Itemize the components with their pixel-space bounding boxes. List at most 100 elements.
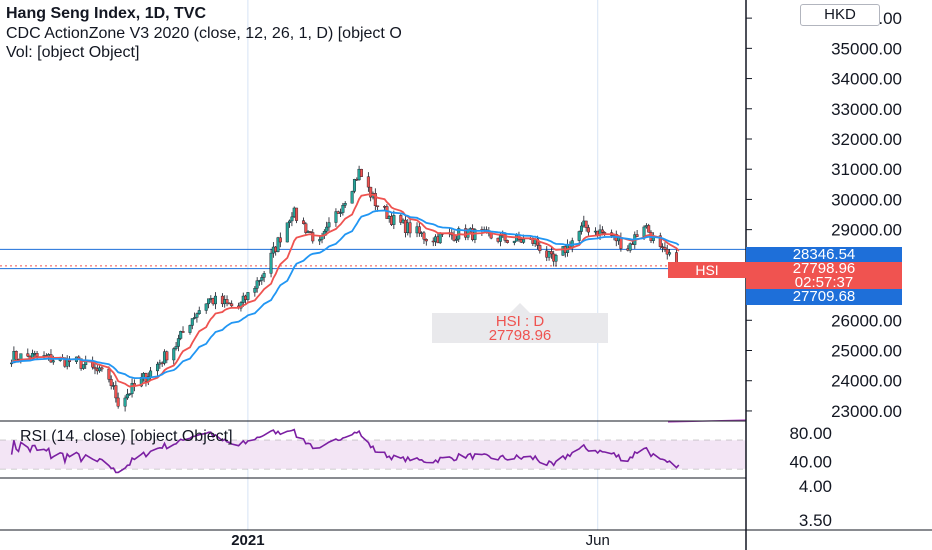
- candle-body: [554, 255, 558, 262]
- candle-body: [195, 313, 199, 318]
- indicator-legend[interactable]: CDC ActionZone V3 2020 (close, 12, 26, 1…: [6, 25, 402, 43]
- candle-body: [647, 225, 651, 233]
- candle-body: [114, 385, 118, 399]
- candle-body: [246, 292, 250, 300]
- price-tick-label: 25000.00: [831, 342, 902, 361]
- price-tick-label: 29000.00: [831, 221, 902, 240]
- price-tick-label: 34000.00: [831, 70, 902, 89]
- candle-body: [156, 363, 160, 372]
- candles: [10, 165, 681, 412]
- candle-body: [642, 226, 646, 237]
- candle-body: [498, 235, 502, 242]
- candle-body: [663, 247, 667, 250]
- candle-body: [213, 295, 217, 305]
- price-tick-label: 26000.00: [831, 311, 902, 330]
- candle-body: [577, 231, 581, 241]
- candle-body: [285, 222, 289, 243]
- volume-legend[interactable]: Vol: [object Object]: [6, 44, 139, 62]
- candle-body: [422, 232, 426, 240]
- candle-body: [204, 303, 208, 311]
- candle-body: [35, 353, 39, 357]
- candle-body: [262, 273, 266, 278]
- candle-body: [93, 366, 97, 370]
- candle-body: [149, 370, 153, 377]
- candle-body: [311, 232, 315, 242]
- candle-body: [392, 215, 396, 225]
- candle-body: [417, 226, 421, 234]
- candle-body: [327, 222, 331, 228]
- price-tick-label: 35000.00: [831, 39, 902, 58]
- candle-body: [454, 238, 458, 241]
- price-tick-label: 33000.00: [831, 100, 902, 119]
- candle-body: [269, 252, 273, 274]
- candle-body: [225, 299, 229, 304]
- price-tooltip: HSI : D 27798.96: [432, 303, 608, 344]
- candle-body: [295, 207, 299, 221]
- candle-body: [14, 351, 18, 360]
- candle-body: [505, 240, 509, 243]
- candle-body: [253, 288, 257, 293]
- currency-button[interactable]: HKD: [800, 4, 880, 26]
- candle-body: [165, 351, 169, 361]
- candle-body: [668, 252, 672, 255]
- candle-body: [343, 203, 347, 206]
- candle-body: [325, 226, 329, 232]
- candle-body: [109, 379, 113, 387]
- time-tick-label: 2021: [231, 532, 264, 549]
- candle-body: [123, 397, 127, 407]
- time-tick-label: Jun: [586, 532, 610, 549]
- candle-body: [522, 238, 526, 243]
- candle-body: [26, 353, 30, 357]
- price-tick-label: 32000.00: [831, 130, 902, 149]
- candle-body: [584, 220, 588, 228]
- candle-body: [549, 251, 553, 255]
- candle-body: [424, 239, 428, 242]
- candle-body: [100, 367, 104, 370]
- candle-body: [278, 237, 282, 243]
- candle-body: [172, 348, 176, 361]
- candle-body: [230, 303, 234, 307]
- candle-body: [376, 205, 380, 208]
- candle-body: [197, 310, 201, 315]
- candle-body: [586, 227, 590, 233]
- candle-body: [190, 318, 194, 326]
- candle-body: [107, 368, 111, 380]
- candle-body: [580, 225, 584, 232]
- candle-body: [176, 338, 180, 347]
- candle-body: [341, 205, 345, 213]
- candle-body: [255, 280, 259, 289]
- candle-body: [352, 179, 356, 192]
- price-tick-label: 23000.00: [831, 402, 902, 421]
- candle-body: [81, 364, 85, 369]
- rsi-legend[interactable]: RSI (14, close) [object Object]: [20, 428, 233, 446]
- ema-fast-line: [11, 193, 680, 388]
- candle-body: [318, 239, 322, 242]
- candle-body: [290, 216, 294, 222]
- candle-body: [301, 220, 305, 224]
- candle-body: [538, 245, 542, 252]
- candle-body: [260, 277, 264, 281]
- candle-body: [359, 168, 363, 177]
- rsi-tick-label: 80.00: [789, 424, 832, 443]
- chart-title: Hang Seng Index, 1D, TVC: [6, 5, 207, 22]
- lower-pane-tick-label: 3.50: [799, 511, 832, 530]
- candle-body: [438, 233, 442, 244]
- candle-body: [51, 360, 55, 363]
- tooltip-value: 27798.96: [488, 327, 552, 344]
- candle-body: [512, 240, 516, 243]
- lower-level-badge: 27709.68: [746, 289, 902, 305]
- candle-body: [408, 222, 412, 234]
- price-tick-label: 24000.00: [831, 372, 902, 391]
- candle-body: [619, 237, 623, 249]
- horizontal-levels: [0, 248, 746, 270]
- candle-body: [188, 325, 192, 333]
- rsi-tick-label: 40.00: [789, 453, 832, 472]
- candle-body: [600, 229, 604, 233]
- candle-body: [366, 176, 370, 188]
- candle-body: [635, 234, 639, 237]
- candle-body: [174, 346, 178, 349]
- candle-body: [181, 331, 185, 333]
- symbol-tag: HSI: [668, 262, 746, 278]
- price-tick-label: 30000.00: [831, 190, 902, 209]
- lower-pane-tick-label: 4.00: [799, 477, 832, 496]
